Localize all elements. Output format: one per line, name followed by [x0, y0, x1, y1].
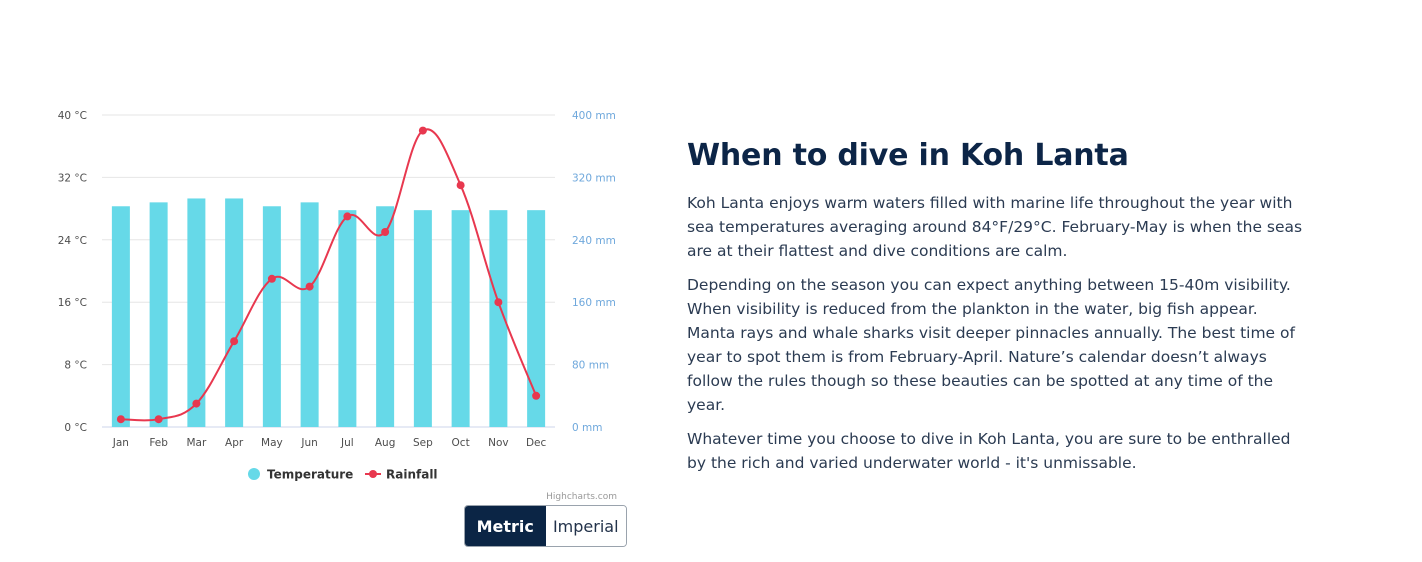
x-tick-label: May [261, 437, 283, 449]
legend-rainfall-marker [369, 470, 377, 478]
temperature-bar [187, 198, 206, 427]
y-left-tick-label: 0 °C [64, 422, 87, 434]
temperature-bar [111, 206, 130, 427]
rainfall-point [192, 399, 201, 408]
rainfall-line [120, 128, 538, 422]
y-right-tick-label: 160 mm [572, 297, 616, 309]
x-tick-label: Jun [300, 437, 317, 449]
y-left-tick-label: 8 °C [64, 360, 87, 372]
temperature-bar [225, 198, 244, 427]
x-tick-label: Jul [340, 437, 354, 449]
y-left-tick-label: 32 °C [58, 172, 87, 184]
section-heading: When to dive in Koh Lanta [687, 138, 1129, 173]
legend-temperature-label: Temperature [267, 468, 353, 482]
temperature-bar [262, 206, 281, 427]
temperature-bar [376, 206, 395, 427]
y-right-tick-label: 80 mm [572, 360, 609, 372]
y-right-tick-label: 320 mm [572, 172, 616, 184]
x-tick-label: Sep [413, 437, 433, 449]
imperial-button[interactable]: Imperial [545, 506, 626, 546]
paragraph-conditions: Koh Lanta enjoys warm waters filled with… [687, 194, 1303, 260]
rainfall-point [154, 415, 163, 424]
x-tick-label: Jan [112, 437, 129, 449]
x-tick-label: Dec [526, 437, 547, 449]
y-right-tick-label: 240 mm [572, 235, 616, 247]
rainfall-point [456, 181, 465, 190]
x-tick-label: Feb [149, 437, 168, 449]
temperature-bar [338, 210, 357, 427]
temperature-bar [451, 210, 470, 427]
x-tick-label: Apr [225, 437, 244, 449]
rainfall-point [418, 126, 427, 135]
temperature-bar [413, 210, 432, 427]
x-tick-label: Oct [452, 437, 470, 449]
rainfall-point [343, 212, 352, 221]
rainfall-point [381, 228, 390, 236]
climate-chart-svg: 0 °C 0 mm 8 °C 80 mm 16 °C 160 mm 24 °C 240 mm 3… [58, 110, 617, 502]
legend-rainfall-label: Rainfall [386, 468, 438, 482]
rainfall-point [267, 274, 276, 283]
y-left-tick-label: 16 °C [58, 297, 87, 309]
x-tick-label: Mar [186, 437, 206, 449]
temperature-bar [149, 202, 168, 427]
rainfall-point [230, 337, 239, 346]
dive-info-section: When to dive in Koh Lanta Koh Lanta enjo… [687, 138, 1307, 485]
climate-chart: 0 °C 0 mm 8 °C 80 mm 16 °C 160 mm 24 °C 240 mm 3… [40, 90, 640, 510]
y-left-tick-label: 24 °C [58, 235, 87, 247]
y-left-tick-label: 40 °C [58, 110, 87, 122]
x-tick-label: Aug [375, 437, 396, 449]
x-tick-label: Nov [488, 437, 509, 449]
highcharts-credits: Highcharts.com [546, 492, 617, 502]
rainfall-point [494, 298, 503, 307]
rainfall-point [532, 391, 541, 400]
y-right-tick-label: 0 mm [572, 422, 602, 434]
y-right-tick-label: 400 mm [572, 110, 616, 122]
temperature-bar [300, 202, 319, 427]
paragraph-closing: Whatever time you choose to dive in Koh … [687, 430, 1291, 472]
rainfall-point [305, 282, 314, 291]
paragraph-visibility: Depending on the season you can expect a… [687, 276, 1295, 414]
unit-toggle: Metric Imperial [464, 505, 627, 547]
legend-temperature-marker [248, 468, 260, 480]
metric-button[interactable]: Metric [465, 506, 546, 546]
rainfall-point [116, 415, 125, 424]
